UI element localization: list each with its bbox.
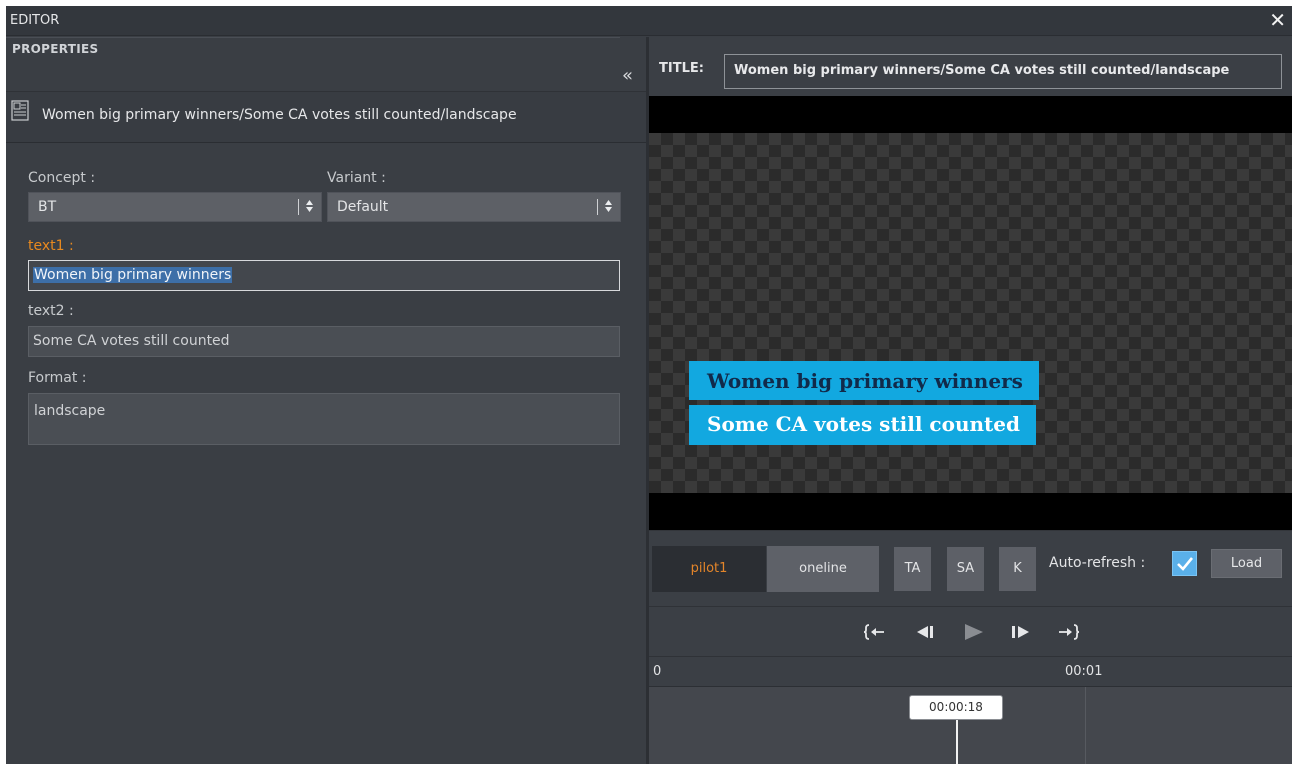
properties-heading: PROPERTIES xyxy=(12,42,99,56)
timeline-track[interactable]: 00:00:18 xyxy=(649,687,1292,764)
close-icon[interactable]: ✕ xyxy=(1269,9,1286,31)
oneline-tab[interactable]: oneline xyxy=(767,546,879,592)
play-icon[interactable] xyxy=(961,619,987,645)
concept-select[interactable]: BT xyxy=(28,192,322,222)
auto-refresh-checkbox[interactable] xyxy=(1172,551,1197,576)
format-label: Format : xyxy=(28,370,87,386)
step-forward-icon[interactable] xyxy=(1007,619,1033,645)
properties-header: PROPERTIES xyxy=(6,37,620,61)
select-arrows-icon xyxy=(306,200,313,212)
timeline-gridline xyxy=(1085,687,1086,764)
playhead-time[interactable]: 00:00:18 xyxy=(909,695,1003,720)
pilot1-tab[interactable]: pilot1 xyxy=(652,546,766,592)
select-separator xyxy=(298,199,299,215)
lower-third-line1: Women big primary winners xyxy=(689,361,1039,400)
ruler-tick-second: 00:01 xyxy=(1065,664,1103,679)
text2-value: Some CA votes still counted xyxy=(33,333,230,349)
preview-viewport: Women big primary winners Some CA votes … xyxy=(649,96,1292,530)
variant-value: Default xyxy=(337,199,389,215)
auto-refresh-label: Auto-refresh : xyxy=(1049,555,1146,571)
text2-field[interactable]: Some CA votes still counted xyxy=(28,326,620,357)
item-title-row: Women big primary winners/Some CA votes … xyxy=(6,91,646,143)
variant-select[interactable]: Default xyxy=(327,192,621,222)
playhead-line[interactable] xyxy=(956,718,958,764)
item-title: Women big primary winners/Some CA votes … xyxy=(42,107,517,123)
title-bar: EDITOR ✕ xyxy=(6,6,1292,36)
title-field[interactable]: Women big primary winners/Some CA votes … xyxy=(724,54,1282,89)
concept-value: BT xyxy=(38,199,57,215)
ruler-tick-start: 0 xyxy=(653,664,662,679)
lower-third-line2: Some CA votes still counted xyxy=(689,405,1036,445)
variant-label: Variant : xyxy=(327,170,386,186)
title-value: Women big primary winners/Some CA votes … xyxy=(734,63,1230,78)
properties-panel: PROPERTIES « Women big primary winners/S… xyxy=(6,37,646,764)
transport-bar xyxy=(649,606,1292,656)
select-separator xyxy=(597,199,598,215)
sa-button[interactable]: SA xyxy=(947,547,984,591)
timeline-ruler[interactable]: 0 00:01 xyxy=(649,656,1292,687)
checkmark-icon xyxy=(1177,557,1194,571)
k-button[interactable]: K xyxy=(999,547,1036,591)
step-back-icon[interactable] xyxy=(913,619,939,645)
format-field[interactable]: landscape xyxy=(28,393,620,445)
go-to-end-icon[interactable] xyxy=(1055,619,1081,645)
load-button[interactable]: Load xyxy=(1211,549,1282,578)
text1-field[interactable]: Women big primary winners xyxy=(28,260,620,291)
ta-button[interactable]: TA xyxy=(894,547,931,591)
text1-label: text1 : xyxy=(28,238,74,254)
select-arrows-icon xyxy=(605,200,612,212)
title-label: TITLE: xyxy=(659,61,704,76)
format-value: landscape xyxy=(34,403,106,419)
text1-value: Women big primary winners xyxy=(33,267,233,283)
go-to-start-icon[interactable] xyxy=(862,619,888,645)
text2-label: text2 : xyxy=(28,303,74,319)
preview-controls: pilot1 oneline TA SA K Auto-refresh : Lo… xyxy=(649,530,1292,606)
template-document-icon xyxy=(11,100,29,121)
window-title: EDITOR xyxy=(10,13,60,28)
transparency-checkerboard: Women big primary winners Some CA votes … xyxy=(649,133,1292,493)
editor-window: EDITOR ✕ PROPERTIES « Women big primary … xyxy=(6,6,1292,764)
preview-panel: TITLE: Women big primary winners/Some CA… xyxy=(649,37,1292,764)
concept-label: Concept : xyxy=(28,170,96,186)
collapse-panel-icon[interactable]: « xyxy=(622,65,633,86)
